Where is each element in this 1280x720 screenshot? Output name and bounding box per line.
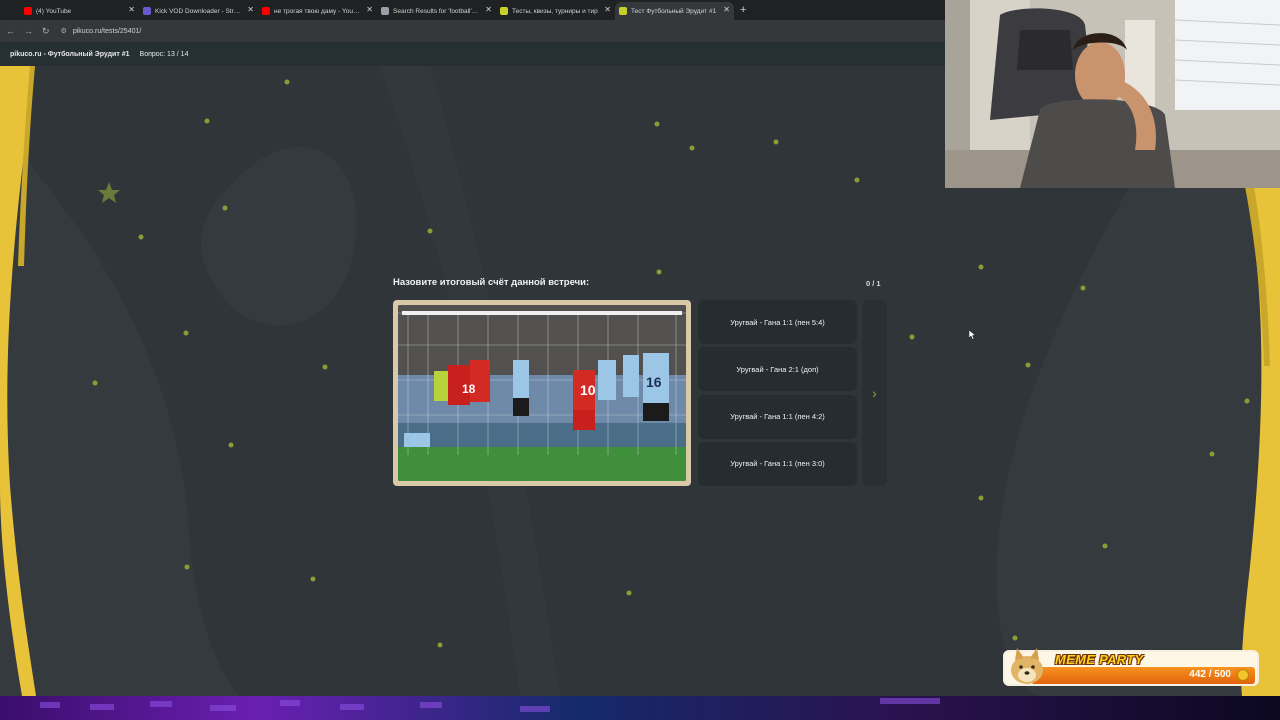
answer-option[interactable]: Уругвай - Гана 1:1 (пен 5:4) [698,300,857,344]
youtube-icon [262,7,270,15]
tab-title: Тест Футбольный Эрудит #1 [631,7,717,15]
webcam-overlay [945,0,1280,188]
question-image-frame: 10 16 18 [393,300,691,486]
mouse-cursor-icon [969,330,977,340]
site-header: pikuco.ru - Футбольный Эрудит #1 Вопрос:… [0,42,945,66]
score-counter: 0 / 1 [866,279,881,288]
answer-list: Уругвай - Гана 1:1 (пен 5:4) Уругвай - Г… [698,300,857,489]
browser-tab[interactable]: (4) YouTube ✕ [20,2,139,20]
browser-tab-active[interactable]: Тест Футбольный Эрудит #1 ✕ [615,2,734,20]
tab-title: Kick VOD Downloader - Stream [155,7,242,15]
answer-option[interactable]: Уругвай - Гана 1:1 (пен 3:0) [698,441,857,486]
question-progress: Вопрос: 13 / 14 [139,50,189,58]
browser-toolbar: ← → ↻ ⚙ pikuco.ru/tests/25401/ [0,20,945,42]
close-icon[interactable]: ✕ [723,5,730,14]
doge-icon [1011,648,1043,684]
chevron-right-icon: › [872,385,877,401]
widget-count: 442 / 500 [1189,669,1231,680]
document-icon [381,7,389,15]
tab-title: Тесты, квизы, турниры и тир [512,7,598,15]
url-text: pikuco.ru/tests/25401/ [72,27,142,35]
pikuco-icon [500,7,508,15]
svg-text:18: 18 [462,382,476,396]
browser-tab[interactable]: Kick VOD Downloader - Stream ✕ [139,2,258,20]
answer-option[interactable]: Уругвай - Гана 2:1 (доп) [698,347,857,392]
svg-text:16: 16 [646,374,662,390]
close-icon[interactable]: ✕ [247,5,254,14]
browser-tab[interactable]: Тесты, квизы, турниры и тир ✕ [496,2,615,20]
close-icon[interactable]: ✕ [128,5,135,14]
close-icon[interactable]: ✕ [366,5,373,14]
answer-option[interactable]: Уругвай - Гана 1:1 (пен 4:2) [698,394,857,439]
site-brand[interactable]: pikuco.ru - Футбольный Эрудит #1 [10,51,130,58]
close-icon[interactable]: ✕ [485,5,492,14]
youtube-icon [24,7,32,15]
next-question-button[interactable]: › [862,300,887,486]
kick-icon [143,7,151,15]
keyboard-lights-strip [0,696,1280,720]
browser-tab[interactable]: Search Results for 'football' - T ✕ [377,2,496,20]
browser-tab-bar: (4) YouTube ✕ Kick VOD Downloader - Stre… [0,0,945,20]
forward-icon[interactable]: → [24,26,33,36]
back-icon[interactable]: ← [6,26,15,36]
screen: (4) YouTube ✕ Kick VOD Downloader - Stre… [0,0,1280,720]
browser-tab[interactable]: не трогая твою даму - YouTube ✕ [258,2,377,20]
tab-title: не трогая твою даму - YouTube [274,7,361,15]
close-icon[interactable]: ✕ [604,5,611,14]
pikuco-icon [619,7,627,15]
address-bar[interactable]: ⚙ pikuco.ru/tests/25401/ [61,27,142,36]
question-text: Назовите итоговый счёт данной встречи: [393,277,590,288]
coin-icon [1237,669,1249,681]
tab-title: (4) YouTube [36,7,72,15]
new-tab-button[interactable]: + [740,4,746,16]
svg-text:10: 10 [580,382,596,398]
tab-title: Search Results for 'football' - T [393,7,480,15]
reload-icon[interactable]: ↻ [42,26,50,37]
football-match-photo: 10 16 18 [398,305,686,481]
meme-party-widget: MEME PARTY 442 / 500 [1003,648,1259,686]
widget-title: MEME PARTY [1055,652,1144,667]
site-info-icon[interactable]: ⚙ [61,27,67,35]
